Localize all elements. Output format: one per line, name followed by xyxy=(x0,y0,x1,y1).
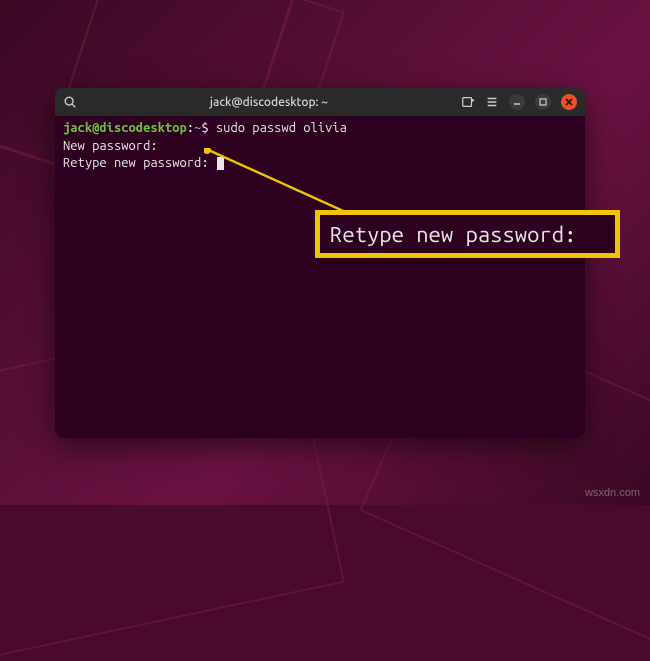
prompt-separator: : xyxy=(187,121,194,135)
terminal-window: jack@discodesktop: ~ jack@dis xyxy=(55,88,585,438)
annotation-callout: Retype new password: xyxy=(315,210,620,258)
search-icon[interactable] xyxy=(63,95,77,109)
hamburger-menu-icon[interactable] xyxy=(485,95,499,109)
window-titlebar: jack@discodesktop: ~ xyxy=(55,88,585,116)
prompt-symbol: $ xyxy=(201,121,208,135)
watermark-text: wsxdn.com xyxy=(585,487,640,499)
terminal-output-line: Retype new password: xyxy=(63,156,209,170)
command-text: sudo passwd olivia xyxy=(216,121,347,135)
window-close-button[interactable] xyxy=(561,94,577,110)
callout-text: Retype new password: xyxy=(330,222,576,247)
terminal-cursor xyxy=(217,157,224,170)
prompt-user-host: jack@discodesktop xyxy=(63,121,187,135)
window-maximize-button[interactable] xyxy=(535,94,551,110)
terminal-body[interactable]: jack@discodesktop:~$ sudo passwd olivia … xyxy=(55,116,585,438)
new-tab-icon[interactable] xyxy=(461,95,475,109)
terminal-output-line: New password: xyxy=(63,139,158,153)
window-minimize-button[interactable] xyxy=(509,94,525,110)
window-title: jack@discodesktop: ~ xyxy=(77,96,461,109)
